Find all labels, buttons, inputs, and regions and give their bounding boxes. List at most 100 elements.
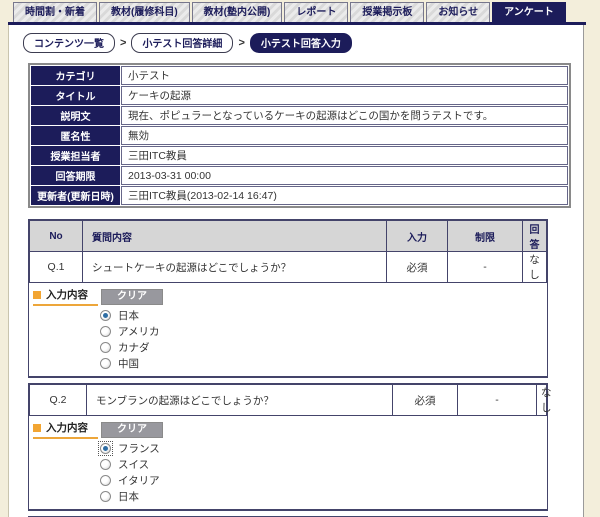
radio-option[interactable]: 中国	[99, 357, 547, 369]
orange-square-icon	[33, 424, 41, 432]
content-area: コンテンツ一覧>小テスト回答詳細>小テスト回答入力 カテゴリ小テストタイトルケー…	[8, 25, 584, 517]
question-table: No質問内容入力制限回答Q.1シュートケーキの起源はどこでしょうか？必須-なし	[29, 220, 547, 283]
radio-option[interactable]: 日本	[99, 309, 547, 321]
info-row-label: 回答期限	[31, 166, 120, 185]
radio-option-label[interactable]: 日本	[118, 308, 139, 323]
tab-4[interactable]: レポート	[284, 2, 348, 22]
answer-area: 入力内容クリアフランススイスイタリア日本	[29, 416, 547, 509]
clear-button[interactable]: クリア	[101, 422, 163, 438]
radio-button[interactable]	[99, 474, 112, 487]
question-row: Q.1シュートケーキの起源はどこでしょうか？必須-なし	[30, 252, 547, 283]
input-content-label-group: 入力内容	[33, 420, 98, 439]
radio-option[interactable]: スイス	[99, 458, 547, 470]
question-answer-status: なし	[523, 252, 547, 283]
question-text: モンブランの起源はどこでしょうか？	[87, 385, 393, 416]
tab-1[interactable]: 時間割・新着	[13, 2, 97, 22]
info-row-value: 現在、ポピュラーとなっているケーキの起源はどこの国かを問うテストです。	[121, 106, 568, 125]
question-limit: -	[458, 385, 537, 416]
breadcrumb-separator: >	[120, 37, 126, 49]
breadcrumb-item[interactable]: 小テスト回答詳細	[131, 33, 233, 53]
question-header-row: No質問内容入力制限回答	[30, 221, 547, 252]
info-row-label: カテゴリ	[31, 66, 120, 85]
answer-area: 入力内容クリア日本アメリカカナダ中国	[29, 283, 547, 376]
col-header-no: No	[30, 221, 83, 252]
info-row: 更新者(更新日時)三田ITC教員(2013-02-14 16:47)	[31, 186, 568, 205]
radio-button[interactable]	[99, 442, 112, 455]
col-header-content: 質問内容	[83, 221, 387, 252]
breadcrumb-separator: >	[238, 37, 244, 49]
radio-button[interactable]	[99, 357, 112, 370]
clear-button[interactable]: クリア	[101, 289, 163, 305]
radio-option-label[interactable]: 中国	[118, 356, 139, 371]
radio-option[interactable]: 日本	[99, 490, 547, 502]
info-row-label: 匿名性	[31, 126, 120, 145]
radio-button[interactable]	[99, 341, 112, 354]
radio-icon[interactable]	[100, 475, 111, 486]
question-answer-status: なし	[537, 385, 547, 416]
info-row-value: ケーキの起源	[121, 86, 568, 105]
tab-7-active[interactable]: アンケート	[492, 2, 566, 22]
radio-icon[interactable]	[100, 358, 111, 369]
question-text: シュートケーキの起源はどこでしょうか？	[83, 252, 387, 283]
radio-button[interactable]	[99, 458, 112, 471]
info-row: カテゴリ小テスト	[31, 66, 568, 85]
info-row-value: 三田ITC教員(2013-02-14 16:47)	[121, 186, 568, 205]
info-row: タイトルケーキの起源	[31, 86, 568, 105]
info-row: 回答期限2013-03-31 00:00	[31, 166, 568, 185]
tab-2[interactable]: 教材(履修科目)	[99, 2, 190, 22]
question-number: Q.2	[30, 385, 87, 416]
question-input-flag: 必須	[393, 385, 458, 416]
radio-button[interactable]	[99, 325, 112, 338]
info-row: 授業担当者三田ITC教員	[31, 146, 568, 165]
radio-option-label[interactable]: フランス	[118, 441, 160, 456]
input-content-label: 入力内容	[46, 287, 88, 302]
info-row-value: 三田ITC教員	[121, 146, 568, 165]
info-row-value: 2013-03-31 00:00	[121, 166, 568, 185]
tab-5[interactable]: 授業掲示板	[350, 2, 424, 22]
radio-option-label[interactable]: カナダ	[118, 340, 150, 355]
radio-icon[interactable]	[100, 342, 111, 353]
radio-option-label[interactable]: スイス	[118, 457, 149, 472]
radio-selected-icon[interactable]	[100, 310, 111, 321]
question-input-flag: 必須	[387, 252, 448, 283]
orange-square-icon	[33, 291, 41, 299]
info-row: 説明文現在、ポピュラーとなっているケーキの起源はどこの国かを問うテストです。	[31, 106, 568, 125]
col-header-answer: 回答	[523, 221, 547, 252]
radio-option-label[interactable]: 日本	[118, 489, 139, 504]
radio-option[interactable]: カナダ	[99, 341, 547, 353]
radio-option-label[interactable]: アメリカ	[118, 324, 159, 339]
quiz-info-table: カテゴリ小テストタイトルケーキの起源説明文現在、ポピュラーとなっているケーキの起…	[28, 63, 571, 208]
col-header-limit: 制限	[448, 221, 523, 252]
info-row-value: 無効	[121, 126, 568, 145]
tab-3[interactable]: 教材(塾内公開)	[192, 2, 283, 22]
question-table: Q.2モンブランの起源はどこでしょうか？必須-なし	[29, 384, 547, 416]
radio-option[interactable]: フランス	[99, 442, 547, 454]
breadcrumb: コンテンツ一覧 > 小テスト回答詳細 > 小テスト回答入力	[23, 34, 583, 51]
radio-icon[interactable]	[100, 326, 111, 337]
col-header-input: 入力	[387, 221, 448, 252]
input-content-label-group: 入力内容	[33, 287, 98, 306]
question-limit: -	[448, 252, 523, 283]
breadcrumb-item[interactable]: 小テスト回答入力	[250, 33, 352, 53]
breadcrumb-item[interactable]: コンテンツ一覧	[23, 33, 115, 53]
info-row-label: 授業担当者	[31, 146, 120, 165]
question-block: Q.2モンブランの起源はどこでしょうか？必須-なし入力内容クリアフランススイスイ…	[28, 383, 548, 511]
tab-6[interactable]: お知らせ	[426, 2, 490, 22]
radio-button[interactable]	[99, 309, 112, 322]
info-row-label: タイトル	[31, 86, 120, 105]
question-block: No質問内容入力制限回答Q.1シュートケーキの起源はどこでしょうか？必須-なし入…	[28, 219, 548, 378]
info-row-label: 更新者(更新日時)	[31, 186, 120, 205]
radio-icon[interactable]	[100, 491, 111, 502]
radio-option[interactable]: アメリカ	[99, 325, 547, 337]
radio-option-label[interactable]: イタリア	[118, 473, 160, 488]
radio-selected-icon[interactable]	[100, 443, 111, 454]
radio-button[interactable]	[99, 490, 112, 503]
radio-icon[interactable]	[100, 459, 111, 470]
input-content-row: 入力内容クリア	[33, 421, 547, 438]
radio-option[interactable]: イタリア	[99, 474, 547, 486]
tab-bar: 時間割・新着教材(履修科目)教材(塾内公開)レポート授業掲示板お知らせアンケート	[13, 2, 566, 22]
info-row-value: 小テスト	[121, 66, 568, 85]
question-row: Q.2モンブランの起源はどこでしょうか？必須-なし	[30, 385, 547, 416]
input-content-row: 入力内容クリア	[33, 288, 547, 305]
question-number: Q.1	[30, 252, 83, 283]
